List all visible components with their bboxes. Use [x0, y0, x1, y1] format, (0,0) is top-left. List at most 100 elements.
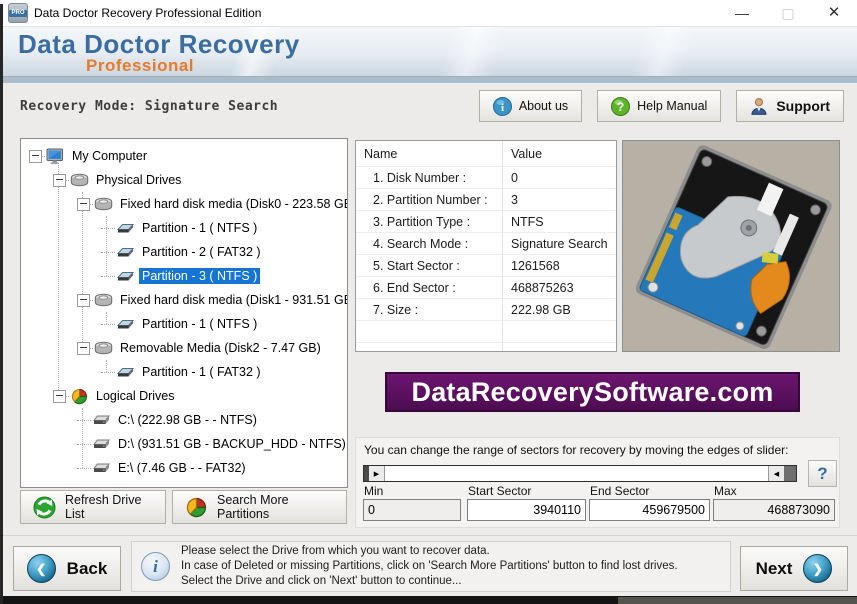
collapse-icon[interactable]	[77, 294, 90, 307]
collapse-icon[interactable]	[77, 342, 90, 355]
tree-item-label: Physical Drives	[93, 172, 184, 188]
table-cell-value: NTFS	[502, 215, 616, 229]
support-button[interactable]: Support	[736, 90, 844, 122]
svg-text:i: i	[501, 102, 504, 114]
computer-icon	[46, 148, 65, 165]
tree-item-label: C:\ (222.98 GB - - NTFS)	[115, 412, 260, 428]
disk-stack-icon	[94, 196, 113, 213]
toolbar: Recovery Mode: Signature Search i About u…	[3, 83, 857, 129]
slider-right-arrow-icon[interactable]: ◀	[768, 466, 784, 481]
tree-connector	[77, 420, 91, 421]
pie-chart-icon	[185, 496, 208, 519]
support-label: Support	[776, 98, 830, 114]
tree-item-label: Removable Media (Disk2 - 7.47 GB)	[117, 340, 324, 356]
window-left-edge	[0, 4, 3, 604]
window-title: Data Doctor Recovery Professional Editio…	[34, 6, 261, 20]
header-divider	[0, 76, 857, 83]
close-icon[interactable]: ✕	[811, 0, 857, 26]
tree-connector	[90, 348, 93, 349]
tree-item-fixed-hard-disk-media-disk1-931-51-gb[interactable]: Fixed hard disk media (Disk1 - 931.51 GB…	[21, 288, 347, 312]
partition-icon	[116, 364, 135, 381]
tree-item-label: My Computer	[69, 148, 150, 164]
slider-instruction: You can change the range of sectors for …	[364, 443, 788, 457]
back-chevron-icon: ❮	[27, 554, 56, 583]
tree-item-label: Partition - 2 ( FAT32 )	[139, 244, 264, 260]
tree-item-partition-3-ntfs[interactable]: Partition - 3 ( NTFS )	[21, 264, 347, 288]
toolbar-buttons: i About us? Help Manual Support	[479, 90, 844, 122]
disk-stack-icon	[94, 292, 113, 309]
collapse-icon[interactable]	[53, 390, 66, 403]
tree-item-partition-1-ntfs[interactable]: Partition - 1 ( NTFS )	[21, 216, 347, 240]
disk-stack-icon	[94, 340, 113, 357]
max-label: Max	[714, 484, 737, 498]
tree-item-partition-1-ntfs[interactable]: Partition - 1 ( NTFS )	[21, 312, 347, 336]
end-sector-field[interactable]	[589, 499, 710, 521]
pie-chart-icon	[70, 388, 89, 405]
tree-item-label: Partition - 1 ( FAT32 )	[139, 364, 264, 380]
tree-item-removable-media-disk2-7-47-gb[interactable]: Removable Media (Disk2 - 7.47 GB)	[21, 336, 347, 360]
collapse-icon[interactable]	[29, 150, 42, 163]
hard-drive-photo	[622, 140, 840, 352]
search-more-partitions-button[interactable]: Search More Partitions	[172, 490, 347, 524]
slider-track[interactable]	[385, 466, 768, 481]
min-label: Min	[364, 484, 383, 498]
tree-connector	[58, 163, 59, 396]
table-cell-value: 0	[502, 171, 616, 185]
minimize-icon[interactable]: —	[719, 0, 765, 26]
recovery-mode-label: Recovery Mode: Signature Search	[20, 99, 278, 114]
table-row: 2. Partition Number :3	[356, 189, 616, 211]
website-banner: DataRecoverySoftware.com	[385, 372, 800, 412]
disk-stack-icon	[70, 172, 89, 189]
window-controls: — ▢ ✕	[719, 0, 857, 26]
start-sector-field[interactable]	[467, 499, 586, 521]
next-button[interactable]: Next ❯	[740, 546, 848, 591]
tree-connector	[77, 468, 91, 469]
back-button[interactable]: ❮ Back	[13, 546, 121, 591]
tree-connector	[101, 252, 115, 253]
tree-item-physical-drives[interactable]: Physical Drives	[21, 168, 347, 192]
tree-connector	[66, 396, 69, 397]
taskbar-sliver	[618, 597, 857, 604]
refresh-drive-list-label: Refresh Drive List	[65, 493, 153, 521]
tree-item-fixed-hard-disk-media-disk0-223-58-gb[interactable]: Fixed hard disk media (Disk0 - 223.58 GB…	[21, 192, 347, 216]
drive-tree: My Computer Physical Drives Fixed hard dis…	[20, 138, 348, 488]
sector-range-slider[interactable]: ▶ ◀	[363, 465, 797, 482]
table-empty-row	[356, 321, 616, 343]
refresh-drive-list-button[interactable]: Refresh Drive List	[20, 490, 166, 524]
collapse-icon[interactable]	[77, 198, 90, 211]
partition-icon	[116, 244, 135, 261]
next-chevron-icon: ❯	[803, 554, 832, 583]
min-field	[363, 499, 461, 521]
table-cell-name: 6. End Sector :	[356, 281, 502, 295]
tree-item-label: Partition - 1 ( NTFS )	[139, 220, 260, 236]
tree-connector	[42, 156, 45, 157]
table-cell-name: 4. Search Mode :	[356, 237, 502, 251]
about-us-button[interactable]: i About us	[479, 90, 582, 122]
slider-right-handle[interactable]	[784, 466, 796, 481]
about-us-label: About us	[519, 99, 568, 113]
table-cell-name: 1. Disk Number :	[356, 171, 502, 185]
table-cell-value: 1261568	[502, 259, 616, 273]
help-manual-button[interactable]: ? Help Manual	[597, 90, 721, 122]
table-row: 7. Size :222.98 GB	[356, 299, 616, 321]
svg-text:?: ?	[617, 100, 624, 114]
tree-item-my-computer[interactable]: My Computer	[21, 144, 347, 168]
tree-item-e-7-46-gb-fat32[interactable]: E:\ (7.46 GB - - FAT32)	[21, 456, 347, 480]
table-header-row: Name Value	[356, 141, 616, 167]
table-row: 3. Partition Type :NTFS	[356, 211, 616, 233]
table-cell-name: 2. Partition Number :	[356, 193, 502, 207]
tree-item-d-931-51-gb-backup-hdd-ntfs[interactable]: D:\ (931.51 GB - BACKUP_HDD - NTFS)	[21, 432, 347, 456]
tree-item-partition-2-fat32[interactable]: Partition - 2 ( FAT32 )	[21, 240, 347, 264]
app-icon: PRO	[8, 3, 28, 23]
tree-item-label: Fixed hard disk media (Disk1 - 931.51 GB…	[117, 292, 348, 308]
slider-left-arrow-icon[interactable]: ▶	[369, 466, 385, 481]
help-manual-label: Help Manual	[637, 99, 707, 113]
table-cell-value: 222.98 GB	[502, 303, 616, 317]
tree-item-c-222-98-gb-ntfs[interactable]: C:\ (222.98 GB - - NTFS)	[21, 408, 347, 432]
question-circle-icon: ?	[611, 97, 630, 116]
help-button[interactable]: ?	[808, 460, 837, 487]
tree-item-partition-1-fat32[interactable]: Partition - 1 ( FAT32 )	[21, 360, 347, 384]
tree-connector	[90, 204, 93, 205]
tree-item-logical-drives[interactable]: Logical Drives	[21, 384, 347, 408]
collapse-icon[interactable]	[53, 174, 66, 187]
